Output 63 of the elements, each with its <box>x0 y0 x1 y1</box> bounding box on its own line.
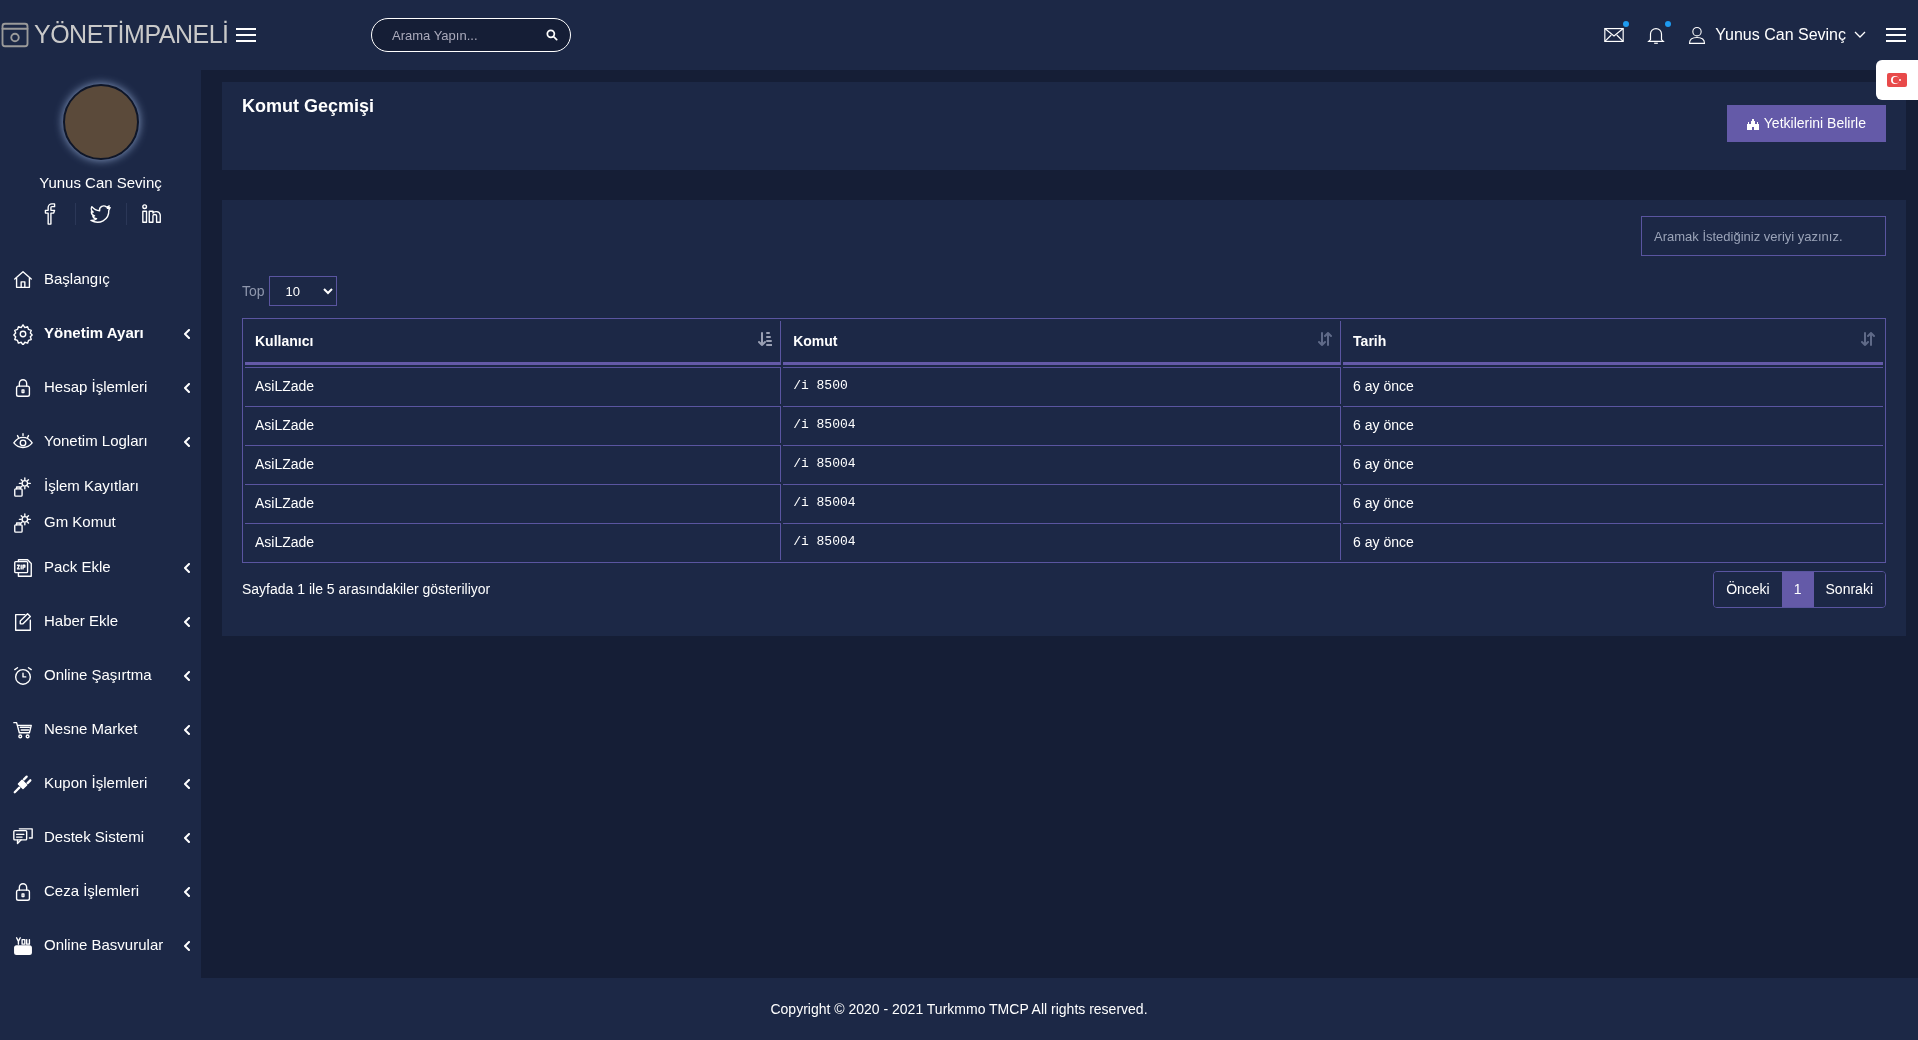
sidebar-item[interactable]: Yönetim Ayarı <box>0 306 201 361</box>
sidebar-item[interactable]: Online Basvurular <box>0 918 201 973</box>
search-field[interactable]: Aramak İstediğiniz veriyi yazınız. <box>1641 216 1886 256</box>
table-cell: AsiLZade <box>245 484 782 521</box>
alarm-clock-icon <box>12 664 34 687</box>
sidebar-item[interactable]: Kupon İşlemleri <box>0 756 201 811</box>
sidebar-item[interactable]: Hesap İşlemleri <box>0 360 201 415</box>
sidebar-item[interactable]: Haber Ekle <box>0 594 201 649</box>
bell-icon[interactable] <box>1645 24 1668 46</box>
sidebar-item[interactable]: Yonetim Logları <box>0 414 201 469</box>
sidebar-item[interactable]: Ceza İşlemleri <box>0 864 201 919</box>
chevron-down-icon <box>1854 31 1866 39</box>
brand-logo[interactable]: YÖNETİMPANELİ <box>34 16 229 54</box>
sidebar-item[interactable]: Destek Sistemi <box>0 810 201 865</box>
user-menu[interactable]: Yunus Can Sevinç <box>1687 23 1866 47</box>
plug-icon <box>12 772 34 795</box>
gears-icon <box>12 475 34 498</box>
sidebar-item[interactable]: Başlangıç <box>0 252 201 307</box>
permissions-button[interactable]: Yetkilerini Belirle <box>1726 105 1886 142</box>
flag-icon <box>1887 73 1907 87</box>
column-header[interactable]: Tarih <box>1343 321 1883 365</box>
sidebar-item[interactable]: Online Şaşırtma <box>0 648 201 703</box>
user-icon <box>1687 24 1708 46</box>
table-cell: 6 ay önce <box>1343 367 1883 404</box>
page-title: Komut Geçmişi <box>242 95 375 118</box>
table-cell: /i 85004 <box>783 406 1342 443</box>
sidebar-item[interactable]: İşlem Kayıtları <box>0 468 201 505</box>
table-cell: /i 8500 <box>783 367 1342 404</box>
settings-icon <box>12 322 34 345</box>
sidebar-item[interactable]: Nesne Market <box>0 702 201 757</box>
table-cell: /i 85004 <box>783 523 1342 560</box>
table-cell: 6 ay önce <box>1343 484 1883 521</box>
castle-icon <box>1746 117 1759 130</box>
table-cell: /i 85004 <box>783 445 1342 482</box>
language-button[interactable] <box>1876 60 1918 100</box>
window-gear-icon <box>0 20 30 50</box>
page-length-label: Top <box>242 281 265 301</box>
sidebar-item[interactable]: Gm Komut <box>0 504 201 541</box>
zip-file-icon <box>12 556 34 579</box>
sidebar-item[interactable]: Pack Ekle <box>0 540 201 595</box>
column-header[interactable]: Kullanıcı <box>245 321 782 365</box>
table-cell: 6 ay önce <box>1343 445 1883 482</box>
menu-button[interactable] <box>236 27 256 43</box>
linkedin-icon[interactable] <box>140 202 163 225</box>
menu-button[interactable] <box>1886 27 1906 43</box>
table-cell: AsiLZade <box>245 367 782 404</box>
table-cell: /i 85004 <box>783 484 1342 521</box>
table-info: Sayfada 1 ile 5 arasındakiler gösteriliyor <box>242 580 491 599</box>
profile-name: Yunus Can Sevinç <box>39 173 162 193</box>
column-header[interactable]: Komut <box>783 321 1342 365</box>
video-icon <box>12 934 34 957</box>
gears-icon <box>12 511 34 534</box>
twitter-icon[interactable] <box>89 202 112 225</box>
house-icon <box>12 268 34 291</box>
pagination-button[interactable]: 1 <box>1781 572 1814 607</box>
table-cell: AsiLZade <box>245 445 782 482</box>
table-cell: 6 ay önce <box>1343 406 1883 443</box>
search-icon <box>545 28 559 42</box>
table-cell: 6 ay önce <box>1343 523 1883 560</box>
edit-icon <box>12 610 34 633</box>
table-cell: AsiLZade <box>245 523 782 560</box>
page-length-select[interactable]: 10 <box>268 276 337 306</box>
table-cell: AsiLZade <box>245 406 782 443</box>
